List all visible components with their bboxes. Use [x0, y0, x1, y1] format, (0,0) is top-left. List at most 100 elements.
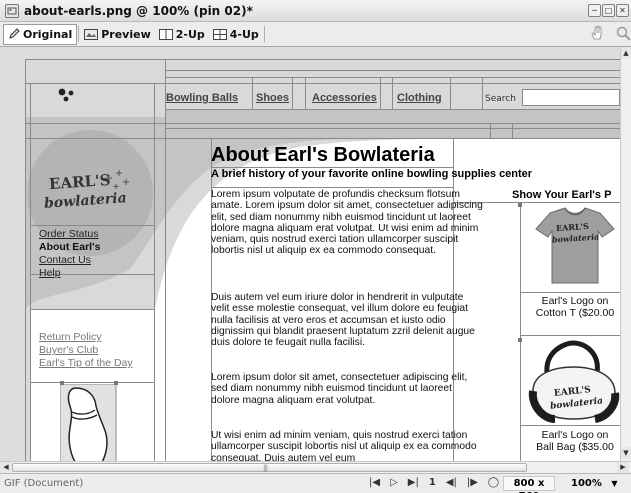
- guide-line: [25, 123, 620, 124]
- scroll-left-icon[interactable]: ◀: [0, 462, 12, 473]
- body-paragraph-3: Lorem ipsum dolor sit amet, consectetuer…: [211, 372, 468, 406]
- pencil-icon: [8, 28, 20, 40]
- horizontal-scroll-thumb[interactable]: |||: [12, 463, 527, 472]
- document-canvas[interactable]: EARL'S bowlateria Bowling Balls Shoes Ac…: [0, 47, 620, 461]
- slice-handle[interactable]: [518, 203, 522, 207]
- guide-line: [252, 77, 253, 109]
- guide-line: [30, 309, 154, 310]
- sidebar-link-contact-us[interactable]: Contact Us: [39, 254, 91, 266]
- guide-line: [520, 292, 620, 293]
- preview-icon: [84, 28, 99, 40]
- horizontal-scrollbar[interactable]: ◀ ||| ▶: [0, 461, 631, 473]
- slice-handle[interactable]: [60, 381, 64, 385]
- sidebar-link-order-status[interactable]: Order Status: [39, 228, 99, 240]
- scroll-right-icon[interactable]: ▶: [617, 462, 629, 473]
- guide-line: [25, 59, 26, 461]
- scroll-up-icon[interactable]: ▲: [621, 47, 631, 59]
- prev-frame-icon[interactable]: ◀|: [446, 477, 457, 488]
- guide-line: [30, 225, 154, 226]
- tab-original[interactable]: Original: [3, 23, 78, 45]
- product-caption-tshirt-line2[interactable]: Cotton T ($20.00: [520, 307, 620, 319]
- ball-bag-image: [528, 340, 620, 423]
- format-label[interactable]: GIF (Document): [4, 478, 83, 489]
- show-your-earls-heading: Show Your Earl's P: [512, 189, 612, 201]
- guide-line: [165, 59, 166, 461]
- image-file-icon: [5, 3, 19, 18]
- guide-line: [520, 425, 620, 426]
- title-bar: about-earls.png @ 100% (pin 02)* ─ □ ✕: [0, 0, 631, 22]
- scroll-down-icon[interactable]: ▼: [621, 447, 631, 459]
- guide-line: [165, 128, 620, 129]
- stop-icon[interactable]: ◯: [488, 477, 499, 488]
- guide-line: [305, 77, 306, 109]
- search-label: Search: [485, 94, 516, 104]
- slice-handle[interactable]: [114, 381, 118, 385]
- sidebar-link-buyers-club[interactable]: Buyer's Club: [39, 344, 98, 356]
- tab-preview[interactable]: Preview: [80, 24, 155, 45]
- nav-shoes[interactable]: Shoes: [256, 92, 289, 104]
- scroll-grip-icon: |||: [263, 464, 268, 472]
- product-caption-bag-line1: Earl's Logo on: [541, 429, 609, 441]
- frame-controls: |◀ ▷ ▶| 1 ◀| |▶ ◯: [369, 477, 499, 488]
- guide-line: [450, 77, 451, 109]
- search-input[interactable]: [522, 89, 620, 106]
- toolbar-divider: [263, 26, 265, 42]
- sidebar-link-help[interactable]: Help: [39, 267, 61, 279]
- nav-bowling-balls[interactable]: Bowling Balls: [166, 92, 238, 104]
- sidebar-link-tip-of-the-day[interactable]: Earl's Tip of the Day: [39, 357, 133, 369]
- status-bar: GIF (Document) |◀ ▷ ▶| 1 ◀| |▶ ◯ 800 x 7…: [0, 473, 631, 493]
- sidebar-link-about-earls[interactable]: About Earl's: [39, 241, 100, 253]
- next-frame-icon[interactable]: |▶: [467, 477, 478, 488]
- guide-line: [25, 83, 620, 84]
- maximize-icon[interactable]: □: [602, 4, 615, 17]
- nav-clothing[interactable]: Clothing: [397, 92, 442, 104]
- tab-4-up[interactable]: 4-Up: [209, 24, 263, 45]
- four-up-icon: [212, 28, 227, 40]
- zoom-value: 100%: [571, 478, 602, 489]
- guide-line: [25, 59, 620, 60]
- bowling-ball-holes-icon: [58, 88, 74, 102]
- first-frame-icon[interactable]: |◀: [369, 477, 380, 488]
- hand-tool-icon[interactable]: [589, 25, 605, 44]
- guide-line: [165, 70, 620, 71]
- product-caption-tshirt-line1: Earl's Logo on: [541, 295, 609, 307]
- guide-line: [30, 83, 31, 461]
- product-caption-bag-line2[interactable]: Ball Bag ($35.00: [520, 441, 620, 453]
- guide-line: [520, 202, 521, 461]
- body-paragraph-1: Lorem ipsum volputate de profundis check…: [211, 189, 483, 257]
- vertical-scrollbar[interactable]: ▲ ▼: [620, 47, 631, 461]
- zoom-selector[interactable]: 100% ▼: [571, 476, 618, 491]
- guide-line: [30, 382, 154, 383]
- toolbar-divider: [78, 26, 80, 42]
- tab-2-up-label: 2-Up: [175, 27, 205, 41]
- slice-handle[interactable]: [518, 338, 522, 342]
- bowling-pin-icon: [60, 384, 117, 461]
- guide-line: [211, 187, 453, 188]
- guide-line: [165, 109, 620, 110]
- frame-number: 1: [428, 477, 436, 488]
- zoom-tool-icon[interactable]: [615, 25, 631, 44]
- page-subtitle: A brief history of your favorite online …: [211, 168, 533, 180]
- two-up-icon: [158, 28, 173, 40]
- view-toolbar: Original Preview 2-Up 4-Up: [0, 22, 631, 47]
- guide-line: [25, 138, 620, 139]
- body-paragraph-2: Duis autem vel eum iriure dolor in hendr…: [211, 292, 475, 349]
- guide-line: [292, 77, 293, 109]
- image-size-display: 800 x 760: [503, 476, 555, 493]
- tab-4-up-label: 4-Up: [229, 27, 259, 41]
- body-paragraph-4: Ut wisi enim ad minim veniam, quis nostr…: [211, 430, 477, 461]
- guide-line: [520, 335, 620, 336]
- play-icon[interactable]: ▷: [390, 477, 398, 488]
- guide-line: [154, 83, 155, 461]
- close-icon[interactable]: ✕: [616, 4, 629, 17]
- minimize-icon[interactable]: ─: [588, 4, 601, 17]
- page-title: About Earl's Bowlateria: [211, 144, 435, 166]
- guide-line: [512, 123, 513, 138]
- tshirt-image: [535, 207, 615, 284]
- nav-accessories[interactable]: Accessories: [312, 92, 377, 104]
- chevron-down-icon: ▼: [611, 479, 618, 488]
- guide-line: [392, 77, 393, 109]
- tab-2-up[interactable]: 2-Up: [155, 24, 209, 45]
- sidebar-link-return-policy[interactable]: Return Policy: [39, 331, 101, 343]
- last-frame-icon[interactable]: ▶|: [408, 477, 419, 488]
